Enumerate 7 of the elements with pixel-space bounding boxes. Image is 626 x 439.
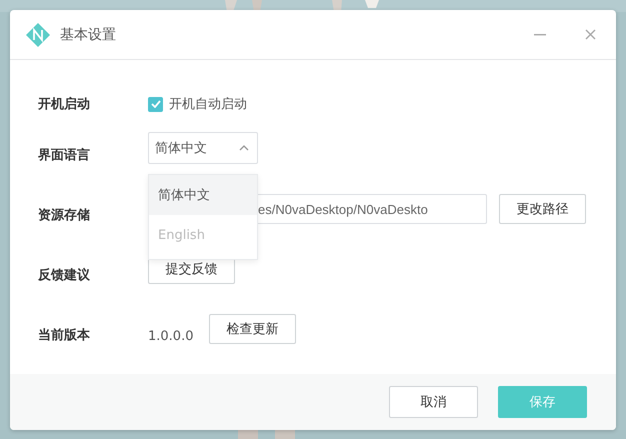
- setting-label: 当前版本: [38, 327, 91, 344]
- setting-label: 资源存储: [38, 207, 91, 224]
- version-text: 1.0.0.0: [148, 329, 194, 344]
- setting-label: 界面语言: [38, 146, 91, 164]
- setting-label: 反馈建议: [38, 266, 91, 284]
- setting-label: 开机启动: [38, 96, 91, 113]
- window-title: 基本设置: [60, 26, 117, 44]
